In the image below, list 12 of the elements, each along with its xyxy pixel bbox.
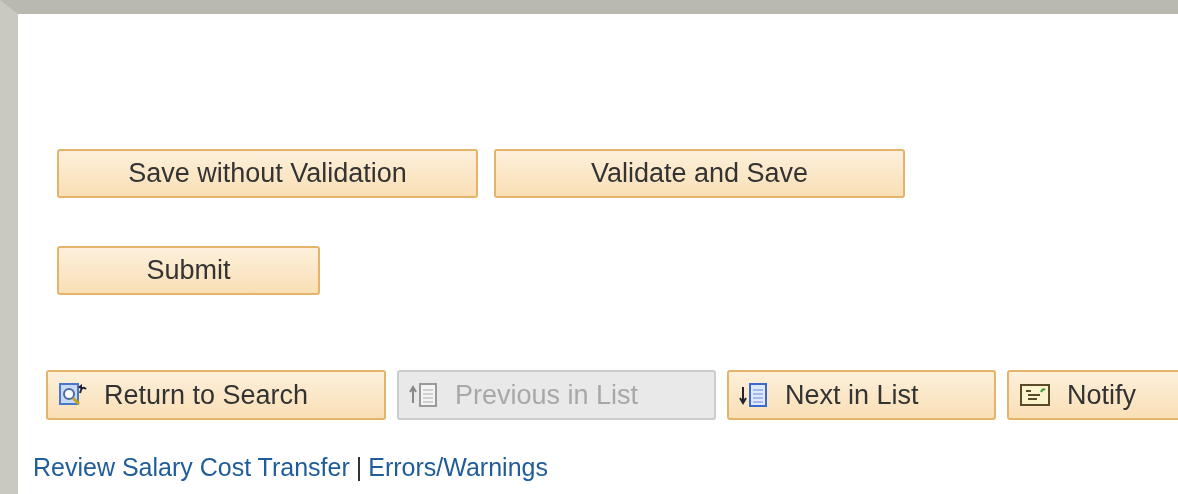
save-button[interactable]: Save without Validation — [57, 149, 478, 198]
submit-button[interactable]: Submit — [57, 246, 320, 295]
page-link[interactable]: Errors/Warnings — [368, 453, 548, 481]
notify-button[interactable]: Notify — [1007, 370, 1178, 420]
save-button[interactable]: Validate and Save — [494, 149, 905, 198]
return-to-search-button[interactable]: Return to Search — [46, 370, 386, 420]
list-up-icon — [409, 381, 439, 409]
separator: | — [355, 453, 363, 481]
note-icon — [1019, 382, 1051, 408]
next-button[interactable]: Next in List — [727, 370, 996, 420]
page-link[interactable]: Review Salary Cost Transfer — [33, 453, 350, 481]
list-down-icon — [739, 381, 769, 409]
